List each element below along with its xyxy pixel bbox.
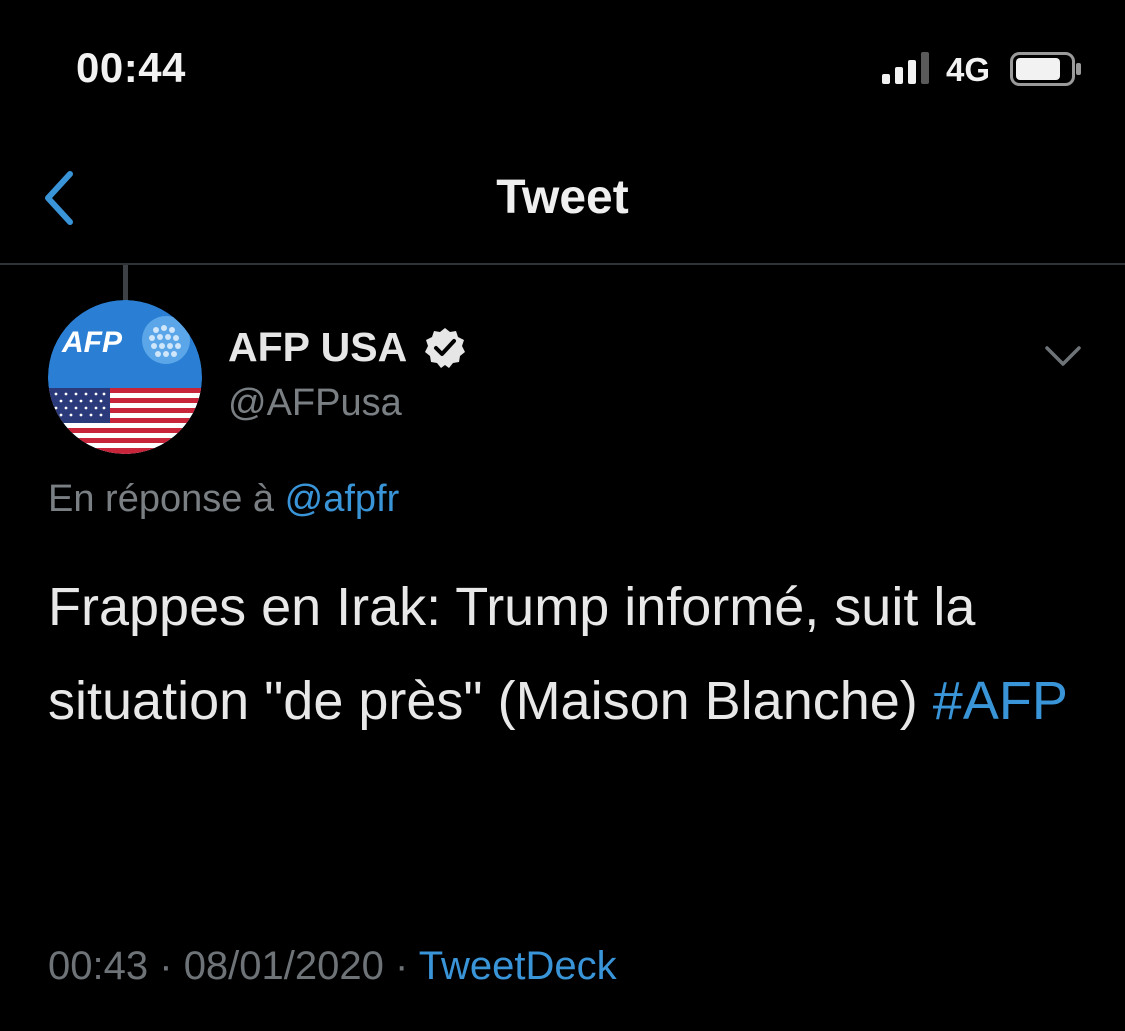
tweet-time: 00:43	[48, 944, 149, 988]
cellular-signal-icon	[882, 52, 929, 84]
tweet-source-link[interactable]: TweetDeck	[419, 944, 617, 988]
tweet-meta: 00:43 · 08/01/2020 · TweetDeck	[48, 944, 617, 989]
hashtag-link[interactable]: #AFP	[933, 671, 1068, 731]
status-time: 00:44	[76, 44, 186, 91]
verified-badge-icon	[425, 327, 466, 368]
thread-connector-line	[123, 265, 128, 301]
reply-prefix: En réponse à	[48, 478, 275, 520]
tweet-body: Frappes en Irak: Trump informé, suit la …	[48, 560, 1068, 748]
page-title: Tweet	[496, 171, 629, 224]
meta-separator: ·	[159, 944, 173, 988]
author-name-row[interactable]: AFP USA	[228, 324, 467, 371]
chevron-down-icon[interactable]	[1044, 344, 1082, 368]
tweet-date: 08/01/2020	[183, 944, 384, 988]
reply-context: En réponse à @afpfr	[48, 478, 399, 521]
status-bar: 00:44 4G	[0, 0, 1125, 130]
meta-separator: ·	[395, 944, 409, 988]
afp-usa-logo-image: AFP	[48, 300, 202, 454]
tweet-text: Frappes en Irak: Trump informé, suit la …	[48, 577, 976, 731]
network-type-label: 4G	[946, 51, 991, 88]
nav-bar: Tweet	[0, 130, 1125, 265]
svg-text:AFP: AFP	[61, 326, 123, 359]
display-name[interactable]: AFP USA	[228, 324, 407, 371]
author-handle[interactable]: @AFPusa	[228, 382, 402, 425]
avatar[interactable]: AFP	[48, 300, 202, 454]
battery-icon	[1010, 52, 1081, 86]
reply-mention-link[interactable]: @afpfr	[285, 478, 400, 520]
